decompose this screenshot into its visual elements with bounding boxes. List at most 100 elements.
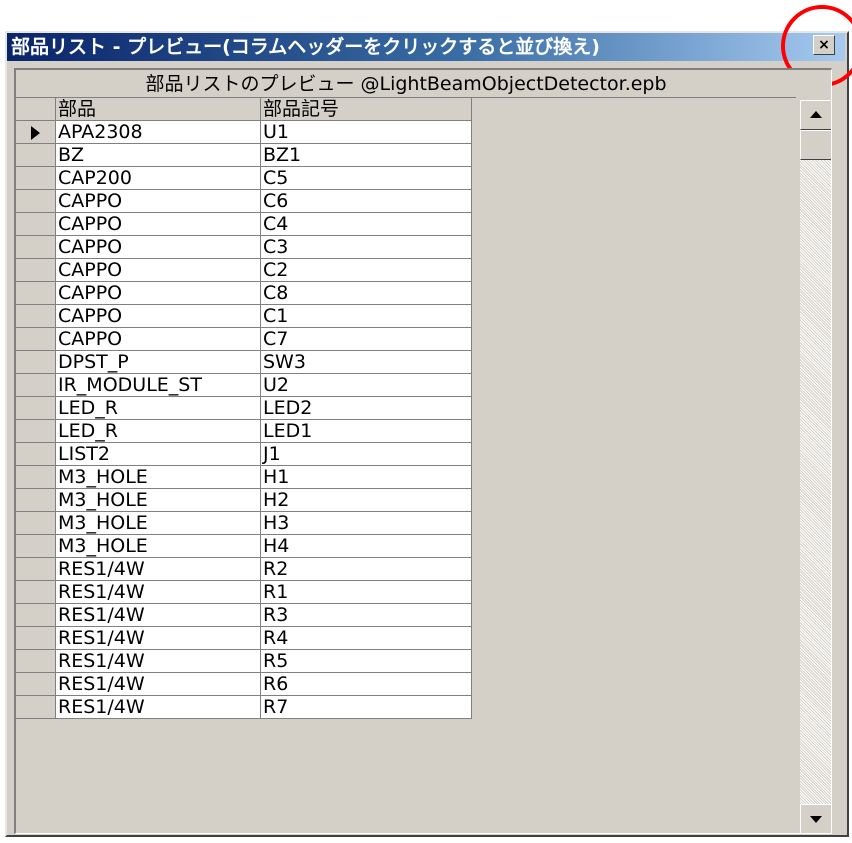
cell-refdes[interactable]: C6 [261, 190, 472, 212]
row-selector[interactable] [16, 489, 56, 511]
cell-refdes[interactable]: J1 [261, 443, 472, 465]
row-selector[interactable] [16, 512, 56, 534]
row-selector[interactable] [16, 328, 56, 350]
cell-part[interactable]: LIST2 [56, 443, 261, 465]
table-row[interactable]: M3_HOLE H4 [16, 535, 472, 558]
row-selector[interactable] [16, 121, 56, 143]
table-row[interactable]: CAPPO C2 [16, 259, 472, 282]
row-selector[interactable] [16, 374, 56, 396]
table-row[interactable]: DPST_P SW3 [16, 351, 472, 374]
cell-part[interactable]: RES1/4W [56, 604, 261, 626]
cell-refdes[interactable]: R2 [261, 558, 472, 580]
cell-part[interactable]: RES1/4W [56, 627, 261, 649]
row-selector[interactable] [16, 466, 56, 488]
cell-part[interactable]: M3_HOLE [56, 535, 261, 557]
cell-refdes[interactable]: C7 [261, 328, 472, 350]
cell-part[interactable]: CAPPO [56, 190, 261, 212]
row-selector[interactable] [16, 581, 56, 603]
table-row[interactable]: RES1/4W R3 [16, 604, 472, 627]
row-selector[interactable] [16, 190, 56, 212]
cell-refdes[interactable]: BZ1 [261, 144, 472, 166]
row-selector[interactable] [16, 305, 56, 327]
table-row[interactable]: M3_HOLE H3 [16, 512, 472, 535]
row-selector[interactable] [16, 604, 56, 626]
cell-part[interactable]: RES1/4W [56, 650, 261, 672]
table-row[interactable]: BZ BZ1 [16, 144, 472, 167]
table-row[interactable]: RES1/4W R2 [16, 558, 472, 581]
table-row[interactable]: M3_HOLE H2 [16, 489, 472, 512]
row-selector[interactable] [16, 673, 56, 695]
table-row[interactable]: CAPPO C3 [16, 236, 472, 259]
row-selector[interactable] [16, 696, 56, 718]
table-row[interactable]: CAP200 C5 [16, 167, 472, 190]
cell-refdes[interactable]: C4 [261, 213, 472, 235]
cell-part[interactable]: M3_HOLE [56, 466, 261, 488]
row-selector[interactable] [16, 351, 56, 373]
cell-part[interactable]: CAPPO [56, 213, 261, 235]
column-header-part[interactable]: 部品 [56, 98, 261, 120]
cell-part[interactable]: CAPPO [56, 259, 261, 281]
cell-refdes[interactable]: LED1 [261, 420, 472, 442]
table-row[interactable]: CAPPO C8 [16, 282, 472, 305]
row-selector[interactable] [16, 236, 56, 258]
cell-part[interactable]: LED_R [56, 420, 261, 442]
cell-refdes[interactable]: H1 [261, 466, 472, 488]
scroll-up-button[interactable] [800, 100, 831, 130]
scroll-down-button[interactable] [800, 804, 831, 833]
cell-part[interactable]: RES1/4W [56, 558, 261, 580]
cell-part[interactable]: RES1/4W [56, 673, 261, 695]
cell-part[interactable]: IR_MODULE_ST [56, 374, 261, 396]
cell-refdes[interactable]: SW3 [261, 351, 472, 373]
table-row[interactable]: CAPPO C1 [16, 305, 472, 328]
cell-refdes[interactable]: LED2 [261, 397, 472, 419]
cell-refdes[interactable]: C8 [261, 282, 472, 304]
row-selector[interactable] [16, 259, 56, 281]
row-selector[interactable] [16, 650, 56, 672]
row-selector[interactable] [16, 535, 56, 557]
cell-refdes[interactable]: H4 [261, 535, 472, 557]
scroll-thumb[interactable] [800, 130, 831, 160]
row-selector[interactable] [16, 167, 56, 189]
table-row[interactable]: M3_HOLE H1 [16, 466, 472, 489]
cell-part[interactable]: CAPPO [56, 282, 261, 304]
cell-refdes[interactable]: R1 [261, 581, 472, 603]
vertical-scrollbar[interactable] [800, 100, 831, 833]
cell-refdes[interactable]: U2 [261, 374, 472, 396]
row-selector[interactable] [16, 558, 56, 580]
cell-part[interactable]: M3_HOLE [56, 489, 261, 511]
cell-part[interactable]: LED_R [56, 397, 261, 419]
table-row[interactable]: LED_R LED2 [16, 397, 472, 420]
cell-part[interactable]: M3_HOLE [56, 512, 261, 534]
row-selector[interactable] [16, 144, 56, 166]
cell-part[interactable]: RES1/4W [56, 696, 261, 718]
cell-refdes[interactable]: R3 [261, 604, 472, 626]
cell-part[interactable]: RES1/4W [56, 581, 261, 603]
cell-refdes[interactable]: R7 [261, 696, 472, 718]
header-corner[interactable] [16, 98, 56, 120]
cell-part[interactable]: BZ [56, 144, 261, 166]
cell-part[interactable]: APA2308 [56, 121, 261, 143]
cell-refdes[interactable]: H2 [261, 489, 472, 511]
table-row[interactable]: RES1/4W R7 [16, 696, 472, 719]
table-row[interactable]: IR_MODULE_ST U2 [16, 374, 472, 397]
row-selector[interactable] [16, 420, 56, 442]
cell-refdes[interactable]: C5 [261, 167, 472, 189]
cell-refdes[interactable]: R4 [261, 627, 472, 649]
cell-refdes[interactable]: C1 [261, 305, 472, 327]
title-bar[interactable]: 部品リスト - プレビュー(コラムヘッダーをクリックすると並び換え) [7, 33, 845, 61]
table-row[interactable]: RES1/4W R5 [16, 650, 472, 673]
cell-refdes[interactable]: H3 [261, 512, 472, 534]
cell-part[interactable]: CAPPO [56, 305, 261, 327]
row-selector[interactable] [16, 397, 56, 419]
cell-part[interactable]: CAP200 [56, 167, 261, 189]
table-row[interactable]: CAPPO C6 [16, 190, 472, 213]
row-selector[interactable] [16, 213, 56, 235]
cell-refdes[interactable]: R6 [261, 673, 472, 695]
table-row[interactable]: RES1/4W R4 [16, 627, 472, 650]
table-row[interactable]: LED_R LED1 [16, 420, 472, 443]
cell-part[interactable]: CAPPO [56, 236, 261, 258]
table-row[interactable]: RES1/4W R6 [16, 673, 472, 696]
table-row[interactable]: RES1/4W R1 [16, 581, 472, 604]
row-selector[interactable] [16, 282, 56, 304]
column-header-refdes[interactable]: 部品記号 [261, 98, 472, 120]
